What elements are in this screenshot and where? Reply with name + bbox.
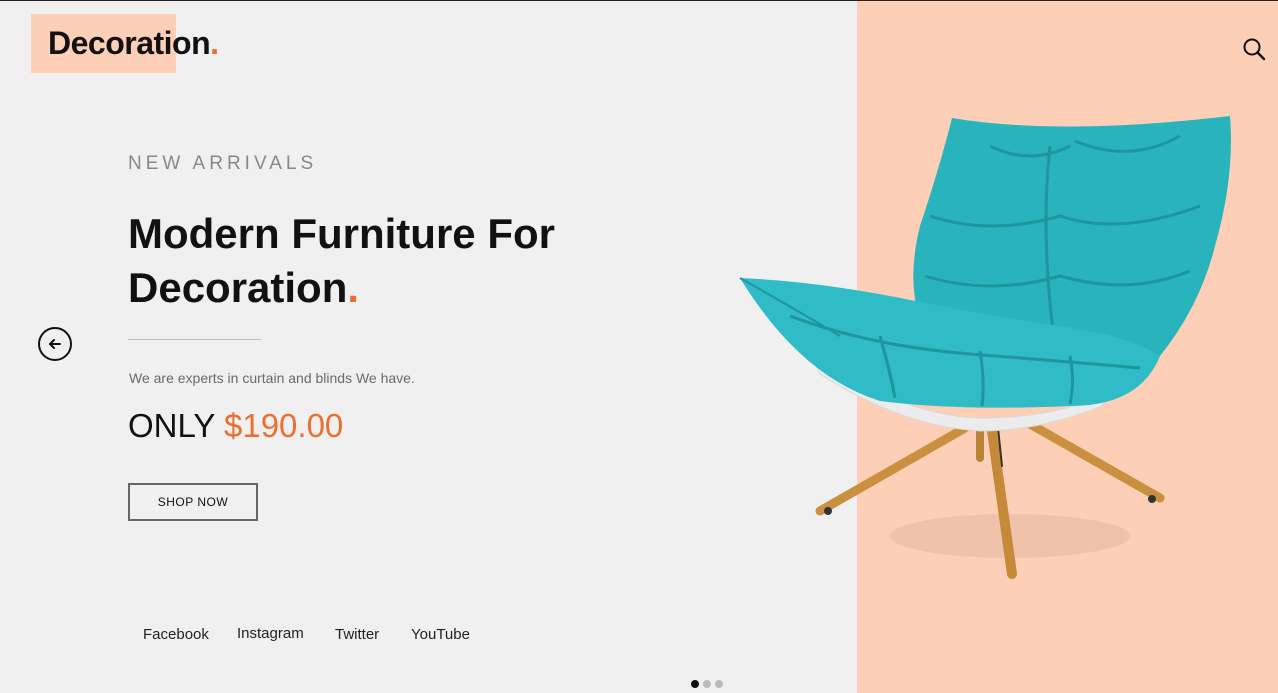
divider (128, 339, 261, 340)
social-link-instagram[interactable]: Instagram (237, 625, 304, 642)
prev-slide-button[interactable] (38, 327, 72, 361)
slider-dots (691, 680, 723, 688)
slider-dot-1[interactable] (691, 680, 699, 688)
price-row: ONLY $190.00 (128, 407, 343, 445)
social-link-twitter[interactable]: Twitter (335, 626, 379, 643)
price-prefix: ONLY (128, 407, 215, 444)
slider-dot-3[interactable] (715, 680, 723, 688)
hero-title-line1: Modern Furniture For (128, 210, 555, 257)
social-link-facebook[interactable]: Facebook (143, 626, 209, 643)
hero-title: Modern Furniture For Decoration. (128, 207, 688, 315)
logo[interactable]: Decoration. (31, 14, 219, 73)
search-icon (1243, 38, 1266, 61)
logo-text: Decoration. (48, 25, 219, 61)
price-value: $190.00 (224, 407, 344, 444)
search-button[interactable] (1242, 37, 1268, 63)
hero-page: Decoration. NEW ARRIVALS Modern Furnitur… (0, 0, 1278, 693)
slider-dot-2[interactable] (703, 680, 711, 688)
social-link-youtube[interactable]: YouTube (411, 626, 470, 643)
hero-title-line2: Decoration. (128, 264, 360, 311)
hero-tagline: We are experts in curtain and blinds We … (129, 370, 415, 386)
shop-now-button[interactable]: SHOP NOW (128, 483, 258, 521)
eyebrow-label: NEW ARRIVALS (128, 153, 318, 174)
chair-image (739, 116, 1231, 579)
arrow-left-icon (49, 339, 61, 349)
